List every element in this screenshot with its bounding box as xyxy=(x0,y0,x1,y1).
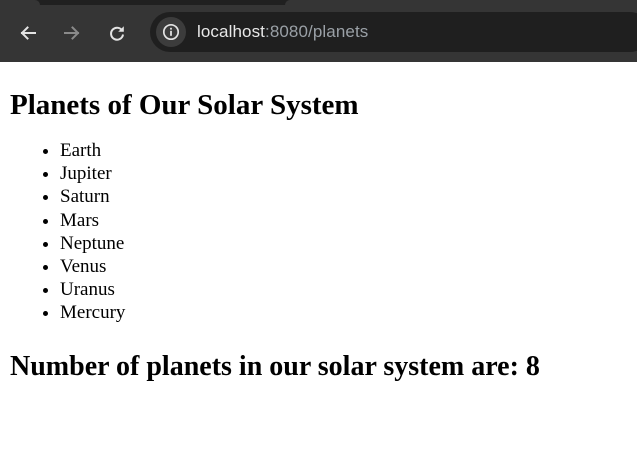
list-item: Mars xyxy=(60,209,627,232)
site-info-button[interactable] xyxy=(156,17,186,47)
planet-list: Earth Jupiter Saturn Mars Neptune Venus … xyxy=(10,139,627,325)
list-item: Venus xyxy=(60,255,627,278)
forward-button[interactable] xyxy=(52,13,92,53)
url-text[interactable]: localhost:8080/planets xyxy=(197,22,368,42)
list-item: Jupiter xyxy=(60,162,627,185)
list-item: Uranus xyxy=(60,278,627,301)
browser-toolbar: localhost:8080/planets xyxy=(0,0,637,62)
reload-button[interactable] xyxy=(97,13,137,53)
tab-edge-right xyxy=(285,0,637,5)
planet-count-heading: Number of planets in our solar system ar… xyxy=(10,350,540,382)
list-item: Neptune xyxy=(60,232,627,255)
page-title: Planets of Our Solar System xyxy=(10,89,359,121)
tab-edge-left xyxy=(0,0,40,5)
info-icon xyxy=(162,23,180,41)
page-content: Planets of Our Solar System Earth Jupite… xyxy=(0,62,637,452)
list-item: Mercury xyxy=(60,301,627,324)
address-bar[interactable]: localhost:8080/planets xyxy=(150,12,637,52)
list-item: Saturn xyxy=(60,185,627,208)
back-button[interactable] xyxy=(8,13,48,53)
list-item: Earth xyxy=(60,139,627,162)
forward-arrow-icon xyxy=(64,26,80,40)
reload-icon xyxy=(110,26,124,41)
url-host: localhost xyxy=(197,22,265,41)
url-path: :8080/planets xyxy=(265,22,369,41)
back-arrow-icon xyxy=(20,26,36,40)
